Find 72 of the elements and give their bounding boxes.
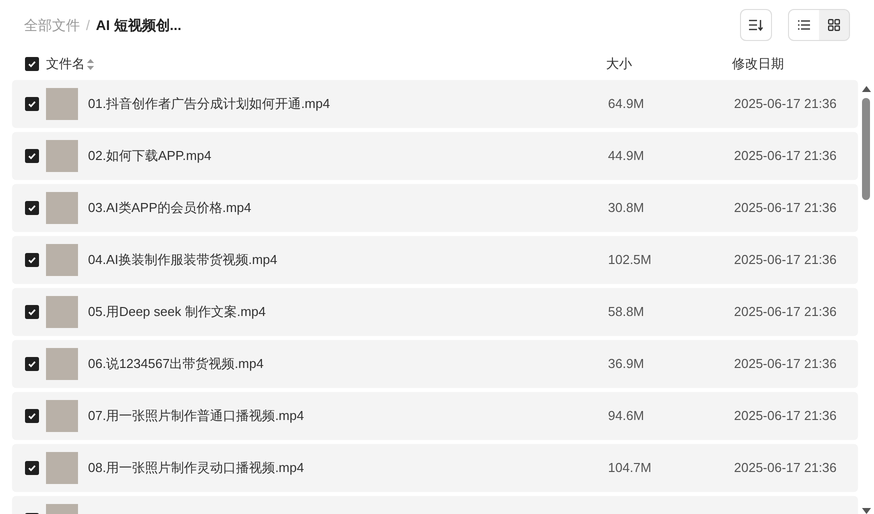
file-name[interactable]: 01.抖音创作者广告分成计划如何开通.mp4: [88, 94, 608, 114]
checkbox[interactable]: [25, 409, 39, 423]
modified-date: 2025-06-17 21:36: [734, 95, 837, 114]
file-size: 64.9M: [608, 95, 646, 114]
file-row[interactable]: 02.如何下载APP.mp4 44.9M 2025-06-17 21:36: [12, 132, 858, 180]
file-size: 104.7M: [608, 459, 652, 478]
file-name[interactable]: 02.如何下载APP.mp4: [88, 146, 608, 166]
thumbnail-placeholder: [46, 192, 78, 224]
file-row[interactable]: 03.AI类APP的会员价格.mp4 30.8M 2025-06-17 21:36: [12, 184, 858, 232]
checkbox[interactable]: [25, 305, 39, 319]
checkbox[interactable]: [25, 357, 39, 371]
checkmark-icon: [27, 99, 37, 109]
file-row[interactable]: 01.抖音创作者广告分成计划如何开通.mp4 64.9M 2025-06-17 21:36: [12, 80, 858, 128]
scroll-down-icon[interactable]: [862, 508, 870, 514]
checkbox[interactable]: [25, 149, 39, 163]
list-view-button[interactable]: [789, 10, 819, 40]
checkmark-icon: [27, 307, 37, 317]
checkbox[interactable]: [25, 57, 39, 71]
file-row[interactable]: 04.AI换装制作服装带货视频.mp4 102.5M 2025-06-17 21:36: [12, 236, 858, 284]
modified-date: 2025-06-17 21:36: [734, 407, 837, 426]
file-row[interactable]: 07.用一张照片制作普通口播视频.mp4 94.6M 2025-06-17 21:36: [12, 392, 858, 440]
file-size: 102.5M: [608, 251, 652, 270]
grid-icon: [828, 19, 840, 31]
file-name[interactable]: 06.说1234567出带货视频.mp4: [88, 354, 608, 374]
checkmark-icon: [27, 59, 37, 69]
list-icon: [798, 20, 810, 30]
column-header: 修改日期: [732, 55, 784, 74]
checkmark-icon: [27, 411, 37, 421]
sort-button[interactable]: [740, 9, 772, 41]
modified-date: 2025-06-17 21:36: [734, 459, 837, 478]
modified-date: 2025-06-17 21:36: [734, 147, 837, 166]
checkbox[interactable]: [25, 97, 39, 111]
breadcrumb-item: AI 短视频创...: [96, 16, 182, 34]
sort-arrows-icon[interactable]: [87, 58, 94, 70]
thumbnail-placeholder: [46, 140, 78, 172]
checkmark-icon: [27, 151, 37, 161]
file-row[interactable]: 05.用Deep seek 制作文案.mp4 58.8M 2025-06-17 21:36: [12, 288, 858, 336]
file-size: 36.9M: [608, 355, 646, 374]
checkmark-icon: [27, 463, 37, 473]
file-name[interactable]: 05.用Deep seek 制作文案.mp4: [88, 302, 608, 322]
file-name[interactable]: 08.用一张照片制作灵动口播视频.mp4: [88, 458, 608, 478]
column-header: 大小: [606, 55, 633, 74]
scroll-up-icon[interactable]: [862, 86, 870, 92]
column-header[interactable]: 文件名: [46, 54, 85, 74]
scrollbar-thumb[interactable]: [862, 98, 870, 200]
checkbox[interactable]: [25, 253, 39, 267]
thumbnail-placeholder: [46, 348, 78, 380]
sort-icon: [749, 19, 763, 31]
checkmark-icon: [27, 203, 37, 213]
file-size: 58.8M: [608, 303, 646, 322]
modified-date: 2025-06-17 21:36: [734, 303, 837, 322]
file-row[interactable]: 08.用一张照片制作灵动口播视频.mp4 104.7M 2025-06-17 21:36: [12, 444, 858, 492]
modified-date: 2025-06-17 21:36: [734, 199, 837, 218]
file-row[interactable]: 06.说1234567出带货视频.mp4 36.9M 2025-06-17 21:36: [12, 340, 858, 388]
file-name[interactable]: 03.AI类APP的会员价格.mp4: [88, 198, 608, 218]
file-name[interactable]: 07.用一张照片制作普通口播视频.mp4: [88, 406, 608, 426]
thumbnail-placeholder: [46, 88, 78, 120]
checkbox[interactable]: [25, 461, 39, 475]
checkbox[interactable]: [25, 201, 39, 215]
breadcrumb-separator: /: [86, 16, 90, 34]
file-name[interactable]: 04.AI换装制作服装带货视频.mp4: [88, 250, 608, 270]
thumbnail-placeholder: [46, 244, 78, 276]
modified-date: 2025-06-17 21:36: [734, 251, 837, 270]
modified-date: 2025-06-17 21:36: [734, 355, 837, 374]
file-size: 94.6M: [608, 407, 646, 426]
file-size: 44.9M: [608, 147, 646, 166]
file-size: 30.8M: [608, 199, 646, 218]
checkmark-icon: [27, 255, 37, 265]
thumbnail-placeholder: [46, 400, 78, 432]
thumbnail-placeholder: [46, 452, 78, 484]
checkmark-icon: [27, 359, 37, 369]
thumbnail-placeholder: [46, 296, 78, 328]
